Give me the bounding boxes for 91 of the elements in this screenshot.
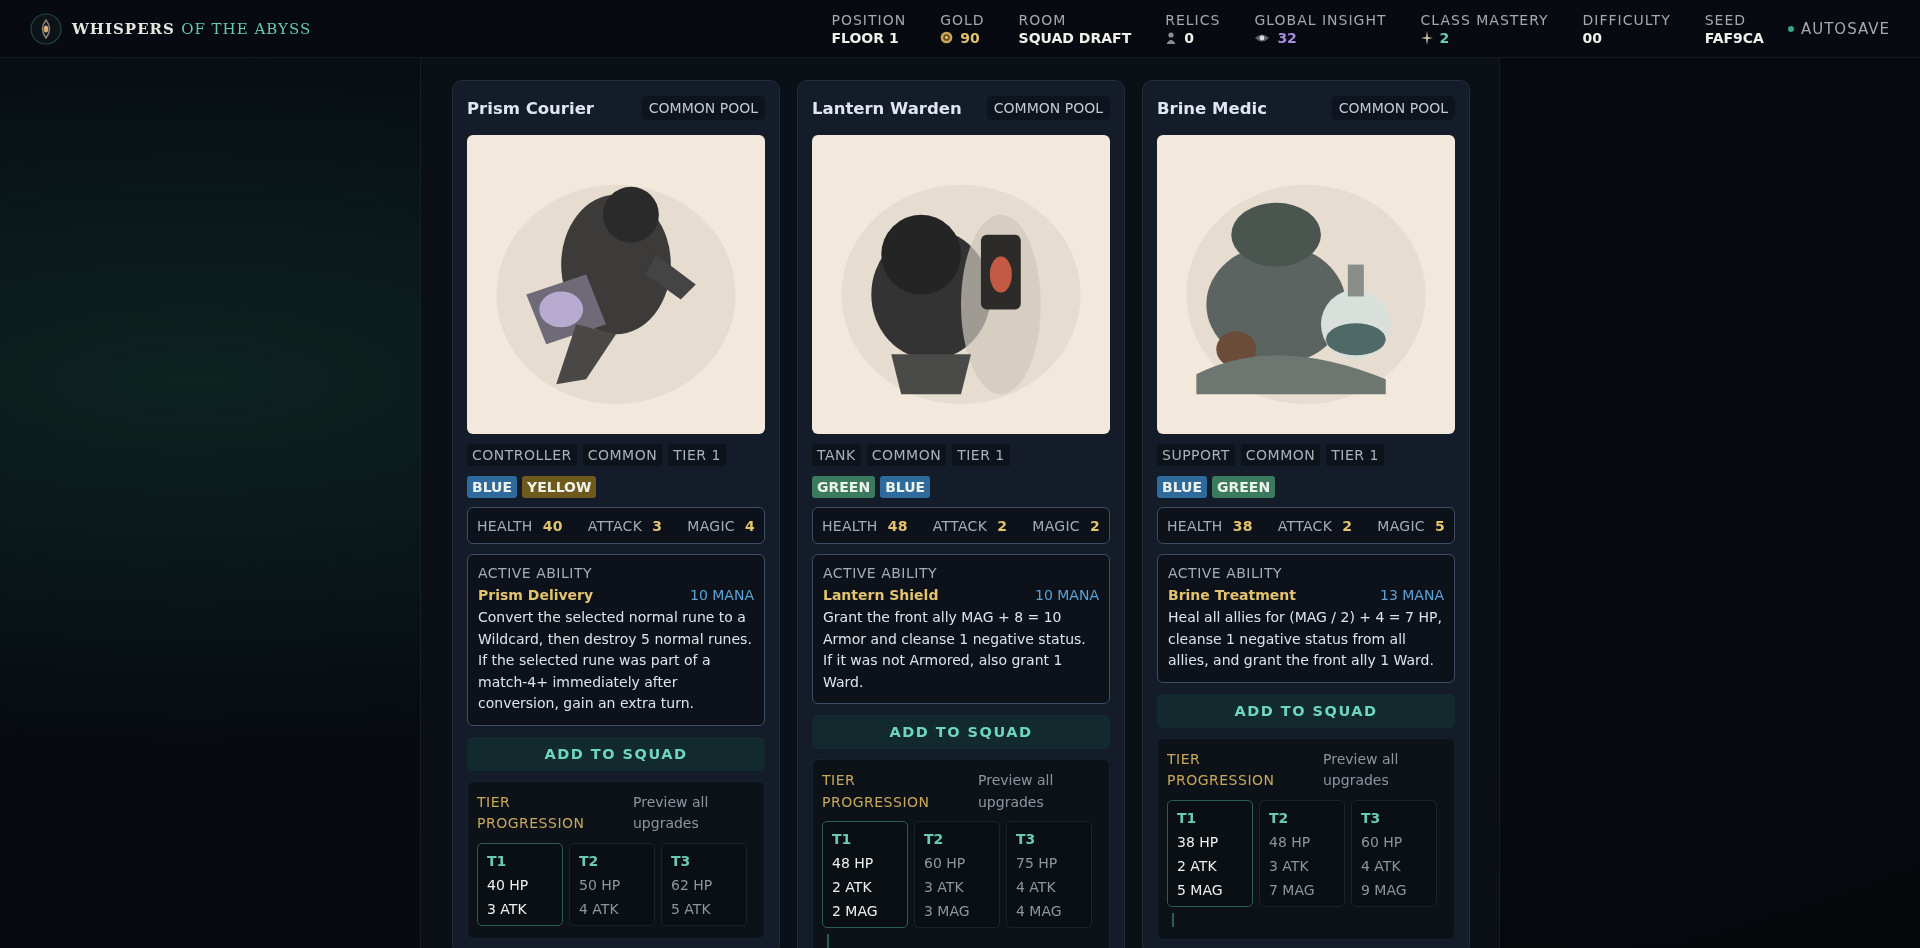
color-tag: GREEN [812, 476, 876, 498]
stat-label: RELICS [1165, 11, 1221, 28]
stat-label: HEALTH [477, 517, 533, 534]
stat-label: GOLD [940, 11, 985, 28]
role-tag: TIER 1 [668, 444, 726, 466]
preview-upgrades-link[interactable]: Preview all upgrades [1323, 748, 1413, 792]
color-tag: BLUE [1157, 476, 1208, 498]
stat-value: 48 [887, 517, 908, 534]
coin-icon [940, 31, 954, 44]
add-to-squad-button[interactable]: ADD TO SQUAD [467, 736, 765, 771]
color-tag: BLUE [880, 476, 931, 498]
ability-name: Brine Treatment [1168, 587, 1296, 603]
stat-label: POSITION [831, 11, 907, 28]
stat-label: ROOM [1018, 11, 1068, 28]
stat-value: 38 [1232, 517, 1253, 534]
ability-heading: ACTIVE ABILITY [823, 565, 938, 581]
role-tag: TIER 1 [1326, 444, 1384, 466]
stat-value: 2 [1439, 29, 1450, 46]
stat-value: 3 [652, 517, 663, 534]
stat-value: 0 [1184, 29, 1194, 46]
mana-cost: 10 MANA [690, 587, 754, 603]
role-tag: TIER 1 [952, 444, 1010, 466]
tier-card[interactable]: T2 48 HP 3 ATK 7 MAG [1259, 799, 1345, 907]
stat-label: MAGIC [1377, 517, 1425, 534]
card-title: Prism Courier [467, 98, 594, 118]
ability-heading: ACTIVE ABILITY [1168, 565, 1283, 581]
game-title: WHISPERS OF THE ABYSS [72, 19, 312, 38]
stat-label: ATTACK [1277, 517, 1333, 534]
stat-label: GLOBAL INSIGHT [1254, 11, 1387, 28]
role-tag: COMMON [582, 444, 663, 466]
pool-tag: COMMON POOL [641, 96, 765, 120]
role-tag: TANK [812, 444, 861, 466]
tier-card[interactable]: T1 48 HP 2 ATK 2 MAG [822, 821, 908, 928]
ability-name: Lantern Shield [823, 587, 939, 603]
ability-description: Convert the selected normal rune to a Wildcard, then destroy 5 normal runes. If the selected rune was part of a match-4+ immediately after conversion, gain an extra turn. [478, 608, 753, 713]
eye-logo-icon [30, 12, 62, 45]
figure-icon [1165, 30, 1178, 45]
pool-tag: COMMON POOL [1331, 96, 1455, 120]
color-tag: YELLOW [522, 476, 597, 498]
stat-value: FAF9CA [1704, 29, 1764, 46]
stat-value: 5 [1434, 517, 1445, 534]
card-title: Brine Medic [1157, 98, 1267, 118]
tier-card[interactable]: T3 75 HP 4 ATK 4 MAG [1006, 821, 1092, 928]
card-title: Lantern Warden [812, 98, 962, 118]
stat-value: 32 [1277, 29, 1297, 46]
progression-title: TIER PROGRESSION [822, 771, 931, 812]
tier-card[interactable]: T2 50 HP 4 ATK [569, 842, 655, 926]
stat-label: CLASS MASTERY [1420, 11, 1549, 28]
stat-value: SQUAD DRAFT [1018, 29, 1132, 46]
mana-cost: 10 MANA [1035, 587, 1099, 603]
stat-label: MAGIC [687, 517, 735, 534]
color-tag: GREEN [1212, 476, 1276, 498]
stat-label: SEED [1704, 11, 1748, 28]
stat-value: 4 [744, 517, 755, 534]
stat-value: 2 [1342, 517, 1353, 534]
stat-label: HEALTH [1167, 517, 1223, 534]
mana-cost: 13 MANA [1380, 587, 1444, 603]
ability-name: Prism Delivery [478, 587, 594, 603]
preview-upgrades-link[interactable]: Preview all upgrades [978, 770, 1068, 813]
color-tag: BLUE [467, 476, 518, 498]
stat-value: 00 [1582, 29, 1603, 46]
stat-label: MAGIC [1032, 517, 1080, 534]
tier-card[interactable]: T3 60 HP 4 ATK 9 MAG [1351, 799, 1437, 907]
ability-description: Heal all allies for (MAG / 2) + 4 = 7 HP, cleanse 1 negative status from all allies, and grant the front ally 1 Ward. [1168, 608, 1443, 670]
stat-label: DIFFICULTY [1582, 11, 1671, 28]
autosave-label: AUTOSAVE [1800, 19, 1890, 38]
stat-value: 40 [542, 517, 563, 534]
stat-value: FLOOR 1 [831, 29, 899, 46]
tier-card[interactable]: T1 38 HP 2 ATK 5 MAG [1167, 799, 1253, 907]
stat-value: 2 [1089, 517, 1100, 534]
role-tag: CONTROLLER [467, 444, 577, 466]
progression-title: TIER PROGRESSION [1167, 749, 1276, 790]
status-dot [1787, 25, 1794, 32]
ability-description: Grant the front ally MAG + 8 = 10 Armor and cleanse 1 negative status. If it was not Armored, also grant 1 Ward. [823, 608, 1087, 692]
stat-label: ATTACK [587, 517, 643, 534]
add-to-squad-button[interactable]: ADD TO SQUAD [1157, 693, 1455, 728]
tier-card[interactable]: T2 60 HP 3 ATK 3 MAG [914, 821, 1000, 928]
preview-upgrades-link[interactable]: Preview all upgrades [633, 791, 723, 835]
stat-value: 2 [997, 517, 1008, 534]
tier-card[interactable]: T3 62 HP 5 ATK [661, 842, 747, 926]
stat-label: ATTACK [932, 517, 988, 534]
stat-value: 90 [960, 29, 980, 46]
pool-tag: COMMON POOL [986, 96, 1110, 120]
stat-label: HEALTH [822, 517, 878, 534]
progression-title: TIER PROGRESSION [477, 792, 586, 833]
tier-card[interactable]: T1 40 HP 3 ATK [477, 842, 563, 926]
role-tag: COMMON [866, 444, 947, 466]
ability-heading: ACTIVE ABILITY [478, 565, 593, 581]
add-to-squad-button[interactable]: ADD TO SQUAD [812, 715, 1110, 749]
role-tag: COMMON [1240, 444, 1321, 466]
role-tag: SUPPORT [1157, 444, 1235, 466]
